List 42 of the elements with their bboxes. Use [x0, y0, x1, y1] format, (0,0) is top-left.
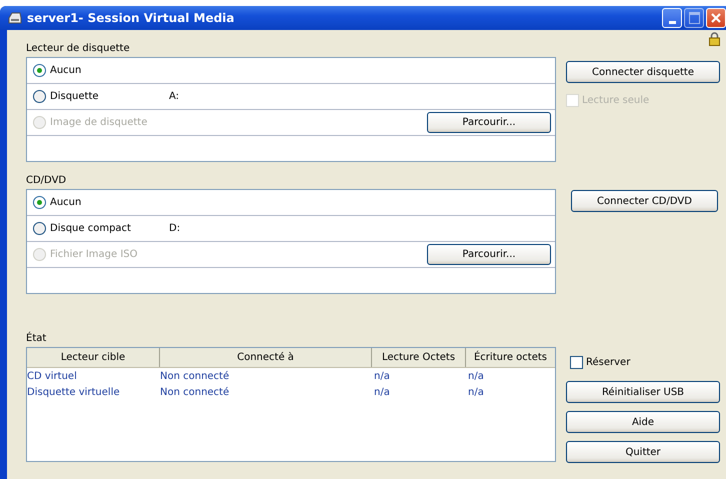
table-cell: n/a: [468, 370, 484, 382]
action-button[interactable]: Aide: [566, 411, 720, 433]
browse-button[interactable]: Parcourir...: [427, 112, 551, 133]
table-cell: Non connecté: [160, 370, 230, 382]
option-label: Disque compact: [50, 223, 131, 234]
table-cell: Non connecté: [160, 386, 230, 398]
column-header[interactable]: Lecture Octets: [372, 348, 466, 367]
radio-button[interactable]: [33, 196, 46, 209]
close-button[interactable]: [706, 8, 726, 28]
maximize-button[interactable]: [684, 8, 704, 28]
table-cell: n/a: [374, 370, 390, 382]
option-label: Fichier Image ISO: [50, 249, 138, 260]
window-title: server1- Session Virtual Media: [27, 11, 234, 25]
close-icon: [710, 12, 722, 24]
connect-button[interactable]: Connecter CD/DVD: [571, 190, 718, 212]
action-button[interactable]: Quitter: [566, 441, 720, 463]
column-header[interactable]: Écriture octets: [466, 348, 555, 367]
radio-button[interactable]: [33, 90, 46, 103]
action-button[interactable]: Réinitialiser USB: [566, 381, 720, 403]
column-header[interactable]: Connecté à: [160, 348, 372, 367]
option-label: Image de disquette: [50, 117, 148, 128]
section-label: État: [26, 332, 48, 345]
section-label: Lecteur de disquette: [26, 42, 131, 55]
reserve-checkbox[interactable]: Réserver: [570, 356, 720, 369]
drive-letter: A:: [169, 91, 180, 102]
drive-letter: D:: [169, 223, 180, 234]
section-label: CD/DVD: [26, 174, 68, 187]
lock-icon: [709, 32, 720, 46]
radio-button[interactable]: [33, 222, 46, 235]
option-label: Aucun: [50, 65, 82, 76]
table-cell: Disquette virtuelle: [27, 386, 120, 398]
browse-button[interactable]: Parcourir...: [427, 244, 551, 265]
column-header[interactable]: Lecteur cible: [27, 348, 160, 367]
option-label: Aucun: [50, 197, 82, 208]
table-cell: n/a: [468, 386, 484, 398]
drive-icon: [8, 12, 22, 24]
table-cell: CD virtuel: [27, 370, 77, 382]
option-label: Disquette: [50, 91, 99, 102]
connect-button[interactable]: Connecter disquette: [566, 61, 720, 83]
table-cell: n/a: [374, 386, 390, 398]
minimize-button[interactable]: [662, 8, 682, 28]
radio-button[interactable]: [33, 64, 46, 77]
